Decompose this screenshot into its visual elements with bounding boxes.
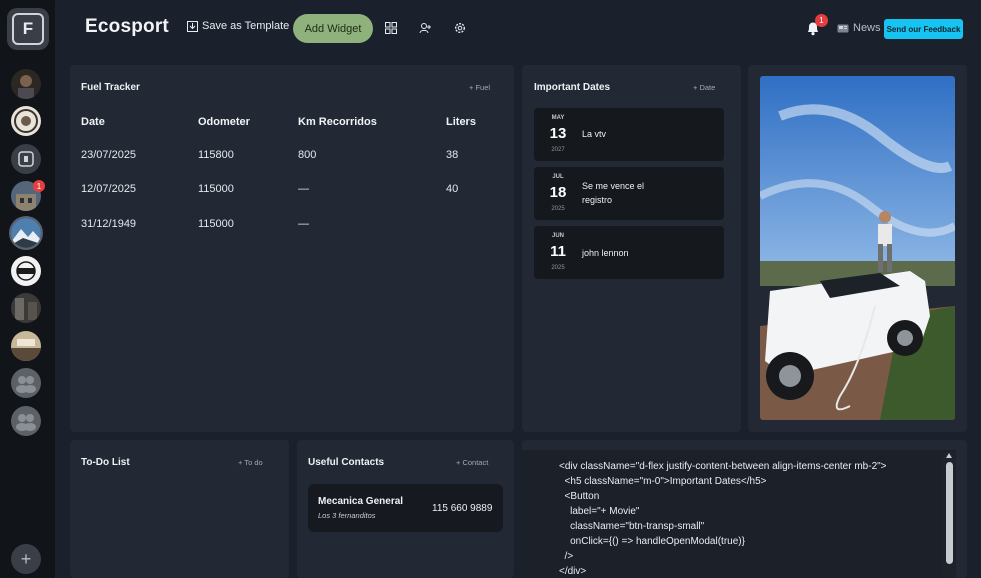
save-as-template-label: Save as Template xyxy=(202,20,290,32)
date-card[interactable]: JUL 18 2025 Se me vence el registro xyxy=(534,167,724,220)
contact-phone: 115 660 9889 xyxy=(432,503,493,514)
date-month: MAY xyxy=(551,115,565,121)
grid-icon xyxy=(385,22,397,34)
news-label: News xyxy=(853,22,881,34)
table-cell-liters: 40 xyxy=(446,183,459,195)
page-title: Ecosport xyxy=(85,16,169,37)
rail-avatar-3[interactable] xyxy=(11,144,41,174)
newspaper-icon xyxy=(837,24,849,32)
add-fuel-button[interactable]: + Fuel xyxy=(469,83,490,92)
notification-count-badge: 1 xyxy=(815,14,828,27)
date-month: JUN xyxy=(551,233,564,239)
code-line: <div className="d-flex justify-content-b… xyxy=(559,461,887,472)
code-line: </div> xyxy=(559,566,587,577)
table-cell-km: — xyxy=(298,183,309,195)
rail-avatar-8[interactable] xyxy=(11,331,41,361)
save-as-template-button[interactable]: Save as Template xyxy=(187,20,289,32)
rail-avatar-6[interactable] xyxy=(11,256,41,286)
column-header-km: Km Recorridos xyxy=(298,116,377,128)
table-cell-km: — xyxy=(298,218,309,230)
layout-grid-button[interactable] xyxy=(385,21,399,35)
add-date-button[interactable]: + Date xyxy=(693,83,715,92)
car-photo-image xyxy=(760,76,955,420)
app-logo[interactable]: F xyxy=(7,8,49,50)
date-day: 13 xyxy=(549,125,567,142)
car-photo xyxy=(760,76,955,420)
group-icon xyxy=(11,368,41,398)
rail-group-2[interactable] xyxy=(11,406,41,436)
avatar-photo-icon xyxy=(11,69,41,99)
table-cell-odometer: 115800 xyxy=(198,149,234,161)
avatar-mountain-icon xyxy=(11,218,41,248)
avatar-logo-icon xyxy=(11,256,41,286)
table-cell-km: 800 xyxy=(298,149,317,161)
fuel-tracker-title: Fuel Tracker xyxy=(81,82,140,93)
todo-title: To-Do List xyxy=(81,457,130,468)
date-year: 2027 xyxy=(551,147,565,153)
code-line: className="btn-transp-small" xyxy=(559,521,705,532)
add-user-icon xyxy=(419,23,431,34)
contact-card[interactable]: Mecanica General Los 3 fernanditos 115 6… xyxy=(308,484,503,532)
avatar-street-icon xyxy=(11,293,41,323)
logo-letter: F xyxy=(12,13,44,45)
table-cell-date: 31/12/1949 xyxy=(81,218,137,230)
gear-icon xyxy=(454,22,466,34)
download-template-icon xyxy=(187,20,198,32)
contact-name: Mecanica General xyxy=(318,496,404,507)
add-user-button[interactable] xyxy=(419,21,433,35)
scroll-up-icon[interactable] xyxy=(946,453,952,458)
table-cell-odometer: 115000 xyxy=(198,218,234,230)
add-todo-button[interactable]: + To do xyxy=(238,458,263,467)
date-card[interactable]: JUN 11 2025 john lennon xyxy=(534,226,724,279)
table-cell-odometer: 115000 xyxy=(198,183,234,195)
send-feedback-button[interactable]: Send our Feedback xyxy=(884,19,963,39)
table-cell-liters: 38 xyxy=(446,149,459,161)
date-month: JUL xyxy=(552,174,564,180)
code-line: label="+ Movie" xyxy=(559,506,640,517)
add-widget-button[interactable]: Add Widget xyxy=(293,14,373,43)
contacts-title: Useful Contacts xyxy=(308,457,385,468)
code-line: <h5 className="m-0">Important Dates</h5> xyxy=(559,476,767,487)
rail-avatar-5[interactable] xyxy=(11,218,41,248)
important-dates-title: Important Dates xyxy=(534,82,611,93)
column-header-odometer: Odometer xyxy=(198,116,250,128)
date-label: john lennon xyxy=(582,248,629,258)
group-icon xyxy=(11,406,41,436)
rail-avatar-1[interactable] xyxy=(11,69,41,99)
rail-avatar-7[interactable] xyxy=(11,293,41,323)
add-contact-button[interactable]: + Contact xyxy=(456,458,488,467)
contact-subtitle: Los 3 fernanditos xyxy=(318,511,376,520)
date-label: La vtv xyxy=(582,129,607,139)
app-logo-small-icon xyxy=(11,144,41,174)
rail-group-1[interactable] xyxy=(11,368,41,398)
date-year: 2025 xyxy=(551,206,565,212)
add-space-button[interactable]: + xyxy=(11,544,41,574)
left-rail: F 1 + xyxy=(0,0,55,578)
code-block[interactable]: <div className="d-flex justify-content-b… xyxy=(522,450,956,578)
date-day: 11 xyxy=(550,243,566,260)
date-year: 2025 xyxy=(551,265,565,271)
table-cell-date: 12/07/2025 xyxy=(81,183,137,195)
date-day: 18 xyxy=(549,184,567,201)
date-card[interactable]: MAY 13 2027 La vtv xyxy=(534,108,724,161)
rail-avatar-2[interactable] xyxy=(11,106,41,136)
code-line: onClick={() => handleOpenModal(true)} xyxy=(559,536,745,547)
date-label: Se me vence el registro xyxy=(582,181,645,205)
code-line: <Button xyxy=(559,491,600,502)
code-scrollbar-thumb[interactable] xyxy=(946,462,953,564)
column-header-liters: Liters xyxy=(446,116,476,128)
settings-button[interactable] xyxy=(454,21,468,35)
rail-notification-badge: 1 xyxy=(33,180,45,192)
avatar-emblem-icon xyxy=(11,106,41,136)
table-cell-date: 23/07/2025 xyxy=(81,149,137,161)
code-line: /> xyxy=(559,551,574,562)
column-header-date: Date xyxy=(81,116,105,128)
news-button[interactable]: News xyxy=(837,22,881,34)
avatar-interior-icon xyxy=(11,331,41,361)
